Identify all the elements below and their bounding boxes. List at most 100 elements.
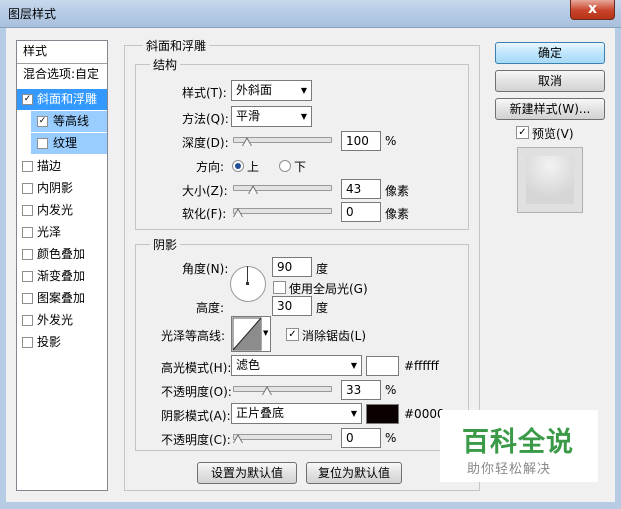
shadow-color-swatch[interactable] [366,404,399,424]
inner-glow-item-label: 内发光 [37,203,74,217]
window-title: 图层样式 [8,7,57,21]
outer-glow-checkbox[interactable] [22,315,33,326]
inner-shadow-checkbox[interactable] [22,183,33,194]
depth-input[interactable]: 100 [341,131,381,151]
drop-shadow-checkbox[interactable] [22,337,33,348]
size-slider-thumb[interactable] [248,185,258,195]
inner-glow-checkbox[interactable] [22,205,33,216]
list-item-satin[interactable]: 光泽 [17,222,107,243]
global-light-checkbox[interactable] [273,281,286,294]
drop-shadow-item-label: 投影 [37,335,62,349]
inner-shadow-item-label: 内阴影 [37,181,74,195]
soften-slider-thumb[interactable] [233,208,243,218]
pattern-overlay-checkbox[interactable] [22,293,33,304]
list-item-texture[interactable]: 纹理 [31,133,107,154]
structure-title: 结构 [150,56,181,73]
close-button[interactable]: x [570,0,615,20]
outer-glow-item-label: 外发光 [37,313,74,327]
size-unit: 像素 [385,184,410,198]
list-item-outer-glow[interactable]: 外发光 [17,310,107,331]
altitude-unit: 度 [316,301,329,315]
bevel-checkbox[interactable]: ✓ [22,94,33,105]
highlight-opacity-slider[interactable] [233,386,332,395]
direction-up-radio[interactable] [232,160,244,172]
shadow-color-hex: #0000 [404,407,445,421]
angle-dial[interactable] [230,266,266,302]
shadow-opacity-thumb[interactable] [233,434,243,444]
blend-options-item[interactable]: 混合选项:自定 [17,64,107,85]
gloss-contour-picker[interactable]: ▼ [231,316,271,352]
preview-label: 预览(V) [532,127,574,141]
style-select-value: 外斜面 [236,83,273,97]
soften-input[interactable]: 0 [341,202,381,222]
altitude-input[interactable]: 30 [272,296,312,316]
soften-unit: 像素 [385,207,410,221]
texture-checkbox[interactable] [37,138,48,149]
antialias-checkbox[interactable]: ✓ [286,328,299,341]
highlight-opacity-thumb[interactable] [262,386,272,396]
list-item-stroke[interactable]: 描边 [17,156,107,177]
make-default-button[interactable]: 设置为默认值 [197,462,297,484]
chevron-down-icon: ▼ [300,86,307,95]
contour-item-label: 等高线 [53,114,90,128]
stroke-checkbox[interactable] [22,161,33,172]
highlight-opacity-input[interactable]: 33 [341,380,381,400]
list-item-inner-glow[interactable]: 内发光 [17,200,107,221]
shadow-opacity-slider[interactable] [233,434,332,443]
new-style-button[interactable]: 新建样式(W)... [495,98,605,120]
highlight-mode-label: 高光模式(H): [161,361,232,375]
technique-select[interactable]: 平滑 ▼ [231,106,312,127]
list-item-pattern-overlay[interactable]: 图案叠加 [17,288,107,309]
style-select[interactable]: 外斜面 ▼ [231,80,312,101]
size-input[interactable]: 43 [341,179,381,199]
window-frame-right [615,28,621,509]
direction-up-label: 上 [247,160,260,174]
blend-options-label: 混合选项:自定 [23,67,100,81]
satin-checkbox[interactable] [22,227,33,238]
highlight-mode-select[interactable]: 滤色 ▼ [231,355,362,376]
shadow-mode-select[interactable]: 正片叠底 ▼ [231,403,362,424]
highlight-color-swatch[interactable] [366,356,399,376]
list-item-bevel[interactable]: ✓ 斜面和浮雕 [17,89,107,110]
depth-slider-thumb[interactable] [242,137,252,147]
depth-unit: % [385,134,397,148]
contour-curve-icon [232,317,262,351]
angle-label: 角度(N): [182,262,229,276]
list-item-contour[interactable]: ✓ 等高线 [31,111,107,132]
cancel-button[interactable]: 取消 [495,70,605,92]
angle-unit: 度 [316,262,329,276]
direction-down-radio[interactable] [279,160,291,172]
depth-slider[interactable] [233,137,332,146]
angle-input[interactable]: 90 [272,257,312,277]
soften-slider[interactable] [233,208,332,217]
pattern-overlay-item-label: 图案叠加 [37,291,86,305]
contour-checkbox[interactable]: ✓ [37,116,48,127]
shadow-mode-value: 正片叠底 [236,406,285,420]
ok-button[interactable]: 确定 [495,42,605,64]
title-bar [0,0,621,28]
list-item-inner-shadow[interactable]: 内阴影 [17,178,107,199]
size-label: 大小(Z): [182,184,228,198]
reset-default-button[interactable]: 复位为默认值 [306,462,402,484]
styles-header-label: 样式 [23,44,48,58]
styles-header[interactable]: 样式 [17,41,107,62]
list-item-drop-shadow[interactable]: 投影 [17,332,107,353]
list-item-color-overlay[interactable]: 颜色叠加 [17,244,107,265]
chevron-down-icon: ▼ [263,329,269,337]
highlight-opacity-unit: % [385,383,397,397]
texture-item-label: 纹理 [53,136,78,150]
gradient-overlay-checkbox[interactable] [22,271,33,282]
shadow-opacity-input[interactable]: 0 [341,428,381,448]
color-overlay-checkbox[interactable] [22,249,33,260]
soften-label: 软化(F): [182,207,227,221]
gradient-overlay-item-label: 渐变叠加 [37,269,86,283]
preview-checkbox[interactable]: ✓ [516,126,529,139]
depth-label: 深度(D): [182,136,229,150]
highlight-color-hex: #ffffff [404,359,439,373]
shading-title: 阴影 [150,236,181,253]
altitude-label: 高度: [196,301,225,315]
technique-select-value: 平滑 [236,109,261,123]
highlight-mode-value: 滤色 [236,358,261,372]
size-slider[interactable] [233,185,332,194]
list-item-gradient-overlay[interactable]: 渐变叠加 [17,266,107,287]
